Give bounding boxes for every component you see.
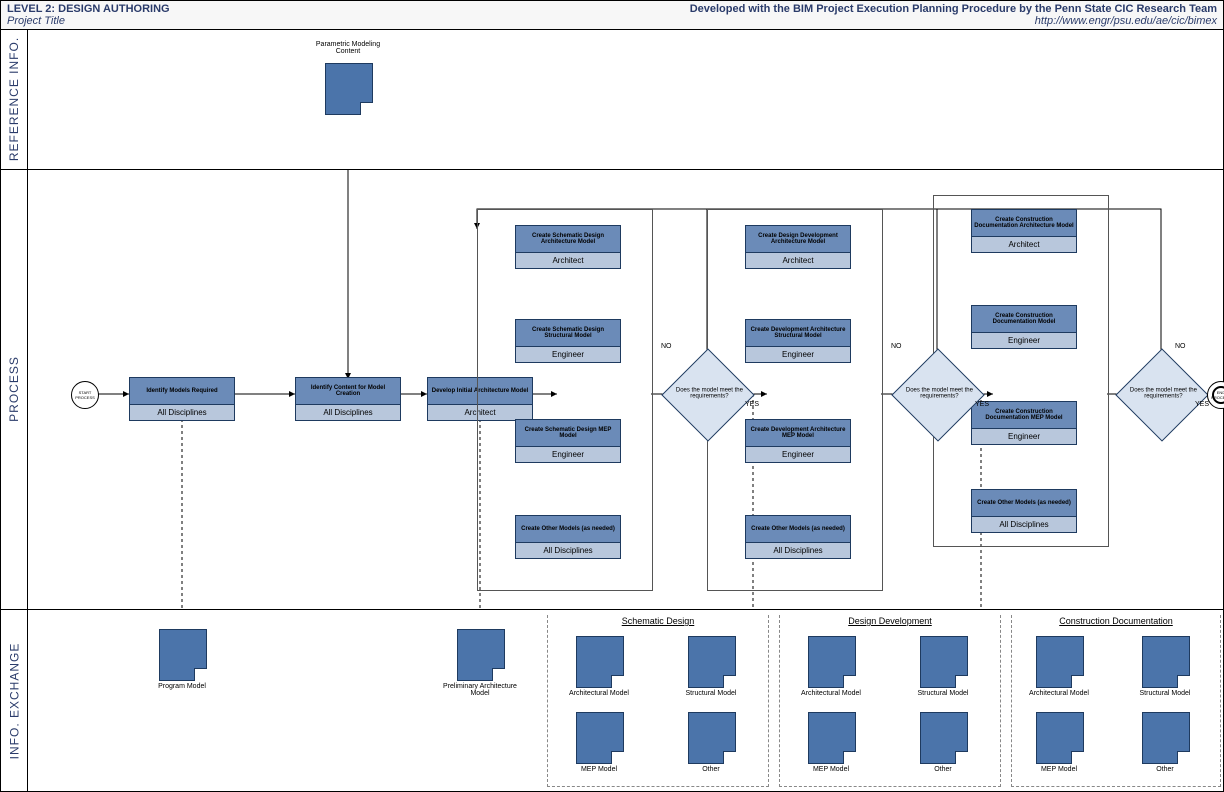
yes-1: YES [745,401,759,408]
decision-3: Does the model meet the requirements? [1115,348,1208,441]
sd-doc-mep [576,712,624,764]
cd-doc-other [1142,712,1190,764]
sd-mep: Create Schematic Design MEP ModelEnginee… [515,419,621,463]
dd-other: Create Other Models (as needed)All Disci… [745,515,851,559]
doc-program-label: Program Model [137,683,227,690]
box-identify-models: Identify Models RequiredAll Disciplines [129,377,235,421]
cd-doc-arch [1036,636,1084,688]
ref-doc-icon [325,63,373,115]
dd-doc-arch [808,636,856,688]
sd-doc-struct [688,636,736,688]
sd-struct: Create Schematic Design Structural Model… [515,319,621,363]
end-terminator: END PROCESS [1207,381,1224,409]
no-1: NO [661,343,672,350]
group-sd: Schematic Design Architectural Model Str… [547,615,769,787]
lane-label-info: INFO. EXCHANGE [1,609,28,792]
cd-other: Create Other Models (as needed)All Disci… [971,489,1077,533]
header-credit: Developed with the BIM Project Execution… [690,3,1217,15]
lane-label-ref: REFERENCE INFO. [1,29,28,170]
header-title: LEVEL 2: DESIGN AUTHORING [7,3,170,15]
doc-program [159,629,207,681]
lane-process: START PROCESS Identify Models RequiredAl… [27,169,1223,610]
dd-struct: Create Development Architecture Structur… [745,319,851,363]
header: LEVEL 2: DESIGN AUTHORING Project Title … [1,1,1223,30]
sd-arch: Create Schematic Design Architecture Mod… [515,225,621,269]
page: LEVEL 2: DESIGN AUTHORING Project Title … [0,0,1224,792]
dd-doc-struct [920,636,968,688]
dd-mep: Create Development Architecture MEP Mode… [745,419,851,463]
lane-label-proc: PROCESS [1,169,28,610]
sd-doc-arch [576,636,624,688]
group-cd: Construction Documentation Architectural… [1011,615,1221,787]
sd-doc-other [688,712,736,764]
group-sd-title: Schematic Design [548,614,768,628]
lane-reference: Parametric Modeling Content [27,29,1223,170]
header-url: http://www.engr/psu.edu/ae/cic/bimex [690,15,1217,27]
swimlanes: REFERENCE INFO. PROCESS INFO. EXCHANGE P… [1,29,1223,791]
yes-2: YES [975,401,989,408]
group-cd-title: Construction Documentation [1012,614,1220,628]
dd-arch: Create Design Development Architecture M… [745,225,851,269]
box-identify-content: Identify Content for Model CreationAll D… [295,377,401,421]
group-dd-title: Design Development [780,614,1000,628]
cd-doc-struct [1142,636,1190,688]
cd-doc-mep [1036,712,1084,764]
ref-doc-label: Parametric Modeling Content [303,41,393,55]
header-subtitle: Project Title [7,15,170,27]
doc-prelim-label: Preliminary Architecture Model [435,683,525,697]
dd-doc-mep [808,712,856,764]
cd-arch: Create Construction Documentation Archit… [971,209,1077,253]
start-terminator: START PROCESS [71,381,99,409]
yes-3: YES [1195,401,1209,408]
doc-prelim [457,629,505,681]
dd-doc-other [920,712,968,764]
group-dd: Design Development Architectural Model S… [779,615,1001,787]
no-3: NO [1175,343,1186,350]
sd-other: Create Other Models (as needed)All Disci… [515,515,621,559]
cd-struct: Create Construction Documentation ModelE… [971,305,1077,349]
no-2: NO [891,343,902,350]
lane-info: Program Model Preliminary Architecture M… [27,609,1223,792]
